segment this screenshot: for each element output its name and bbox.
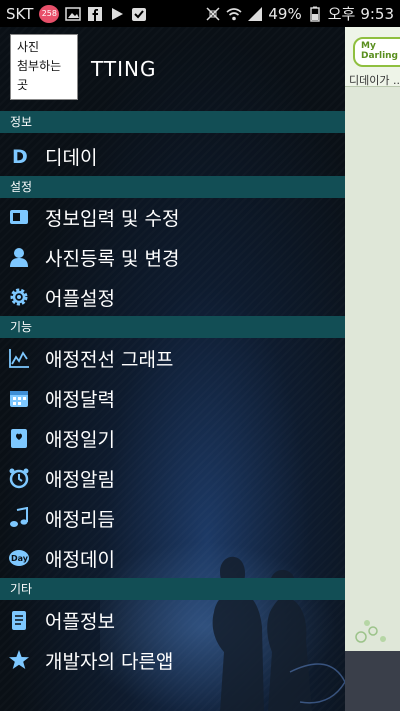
menu-item-label: 애정알림: [45, 468, 115, 491]
menu-item-rhythm[interactable]: 애정리듬: [0, 498, 345, 538]
notification-count-badge: 258: [39, 4, 60, 23]
menu-item-photo[interactable]: 사진등록 및 변경: [0, 237, 345, 277]
play-icon: [109, 6, 125, 22]
drawer-header: 사진 첨부하는 곳 TTING: [0, 27, 345, 111]
menu-item-label: 어플설정: [45, 287, 115, 310]
menu-item-label: 애정일기: [45, 428, 115, 451]
menu-item-diary[interactable]: 애정일기: [0, 418, 345, 458]
profile-photo-placeholder[interactable]: 사진 첨부하는 곳: [10, 34, 78, 100]
menu-item-app-settings[interactable]: 어플설정: [0, 277, 345, 317]
navigation-drawer: 사진 첨부하는 곳 TTING 정보 D 디데이 설정 정보입력 및 수정 사진…: [0, 27, 345, 711]
menu-item-graph[interactable]: 애정전선 그래프: [0, 338, 345, 378]
menu-item-label: 어플정보: [45, 610, 115, 633]
app-logo: My Darling: [353, 37, 400, 67]
section-header-etc: 기타: [0, 578, 345, 600]
menu-item-label: 애정달력: [45, 388, 115, 411]
alarm-clock-icon: [5, 464, 33, 492]
image-icon: [65, 6, 82, 22]
wifi-icon: [226, 6, 242, 22]
time-ampm: 오후: [327, 5, 356, 23]
app-title: TTING: [91, 57, 157, 81]
status-bar: SKT 258 49% 오후 9:53: [0, 0, 400, 27]
background-app-text: 디데이가 ...: [349, 74, 400, 87]
avatar-text-line: 사진: [17, 40, 40, 54]
day-badge-icon: Day: [5, 544, 33, 572]
star-icon: [5, 646, 33, 674]
menu-item-label: 애정전선 그래프: [45, 348, 174, 371]
dday-d-icon: D: [5, 142, 33, 170]
signal-icon: [247, 6, 263, 22]
calendar-icon: [5, 384, 33, 412]
menu-item-edit-info[interactable]: 정보입력 및 수정: [0, 197, 345, 237]
menu-item-label: 개발자의 다른앱: [45, 650, 174, 673]
background-app-peek[interactable]: My Darling 디데이가 ...: [345, 27, 400, 711]
clock-time: 9:53: [360, 4, 394, 23]
battery-icon: [307, 6, 323, 22]
menu-item-label: 사진등록 및 변경: [45, 247, 180, 270]
check-icon: [131, 6, 147, 22]
facebook-icon: [87, 6, 103, 22]
avatar-text-line: 곳: [17, 78, 29, 92]
person-icon: [5, 243, 33, 271]
background-app-footer: [345, 651, 400, 711]
mute-icon: [205, 6, 221, 22]
section-header-info: 정보: [0, 111, 345, 133]
line-graph-icon: [5, 344, 33, 372]
menu-item-alarm[interactable]: 애정알림: [0, 458, 345, 498]
avatar-text-line: 첨부하는: [17, 59, 62, 73]
menu-item-calendar[interactable]: 애정달력: [0, 378, 345, 418]
document-icon: [5, 606, 33, 634]
section-header-settings: 설정: [0, 176, 345, 198]
decorative-circles-icon: [355, 620, 386, 643]
menu-item-day[interactable]: Day 애정데이: [0, 538, 345, 578]
menu-item-label: 정보입력 및 수정: [45, 207, 180, 230]
menu-item-label: 디데이: [45, 146, 98, 169]
carrier-label: SKT: [6, 4, 34, 23]
svg-text:D: D: [12, 146, 28, 167]
menu-item-dday[interactable]: D 디데이: [0, 136, 345, 176]
section-header-features: 기능: [0, 316, 345, 338]
id-card-icon: [5, 203, 33, 231]
diary-icon: [5, 424, 33, 452]
menu-item-app-info[interactable]: 어플정보: [0, 600, 345, 640]
gear-icon: [5, 283, 33, 311]
menu-item-label: 애정데이: [45, 548, 115, 571]
menu-item-label: 애정리듬: [45, 508, 115, 531]
battery-percent: 49%: [268, 4, 302, 23]
music-note-icon: [5, 504, 33, 532]
svg-text:Day: Day: [11, 554, 29, 563]
menu-item-other-apps[interactable]: 개발자의 다른앱: [0, 640, 345, 680]
